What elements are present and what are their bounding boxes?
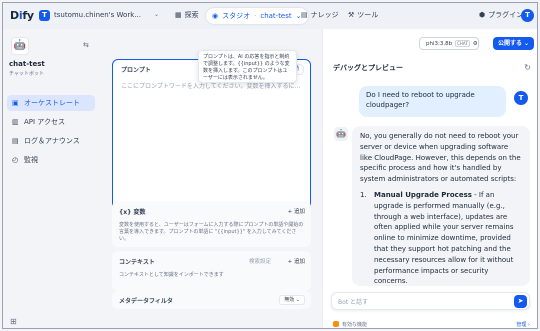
feature-icon xyxy=(333,321,339,327)
prompt-editor-card[interactable]: プロンプト ✦ 自動 ここにプロンプトワードを入力してください。変数を挿入するに… xyxy=(112,59,311,219)
bot-message: No, you generally do not need to reboot … xyxy=(352,126,530,286)
list-title: Manual Upgrade Process xyxy=(374,190,472,199)
settings-icon: ⚙ xyxy=(472,40,478,47)
chat-input[interactable]: Bot と話す ➤ xyxy=(331,292,530,310)
file-list-icon: ▤ xyxy=(12,136,19,145)
sidebar-item-monitoring[interactable]: ◴ 監視 xyxy=(7,152,95,168)
nav-explore-label: 探索 xyxy=(184,11,199,19)
nav-current-app[interactable]: chat-test xyxy=(260,12,291,20)
variables-section: {x} 変数 + 追加 変数を使用すると、ユーザーはフォームに入力する際にプロン… xyxy=(112,201,311,247)
bot-avatar-icon: 🤖 xyxy=(334,127,348,141)
app-window: Dify T tsutomu.chinen's Work... ⌄ ▦ 探索 ◉… xyxy=(2,2,538,329)
user-avatar[interactable]: T xyxy=(521,9,534,22)
add-context-button[interactable]: + 追加 xyxy=(288,257,305,265)
variables-title: {x} 変数 xyxy=(119,207,146,216)
refresh-icon[interactable]: ↻ xyxy=(524,63,531,72)
sidebar-item-label: ログ＆アナウンス xyxy=(24,137,80,145)
model-badge: CHAT xyxy=(455,40,470,47)
model-selector[interactable]: phi3:3.8b CHAT ⚙ xyxy=(419,37,479,50)
publish-button[interactable]: 公開する ⌄ xyxy=(493,37,534,50)
nav-tools-label: ツール xyxy=(357,11,379,19)
orchestrate-editor: プロンプトは、AI の応答を指示と制約で調整します。{{input}} のような… xyxy=(101,29,322,328)
nav-knowledge[interactable]: ▤ ナレッジ xyxy=(301,10,339,20)
retrieval-settings-button[interactable]: 検索設定 xyxy=(249,257,271,265)
studio-icon: ◉ xyxy=(212,12,219,20)
list-body: - If an upgrade is performed manually (e… xyxy=(374,190,514,286)
nav-tools[interactable]: ⚒ ツール xyxy=(348,10,378,20)
sidebar: 🤖 ⇆ chat-test チャットボット ▣ オーケストレート ▥ API ア… xyxy=(3,29,101,328)
prompt-title: プロンプト xyxy=(121,67,151,74)
sidebar-item-api-access[interactable]: ▥ API アクセス xyxy=(7,114,95,130)
grid-icon: ▦ xyxy=(175,11,182,19)
sidebar-item-orchestrate[interactable]: ▣ オーケストレート xyxy=(7,95,95,111)
nav-studio[interactable]: ◉ スタジオ · chat-test ⌄ xyxy=(206,8,308,24)
debug-preview-panel: phi3:3.8b CHAT ⚙ 公開する ⌄ デバッグとプレビュー ↻ Do … xyxy=(322,29,537,328)
user-avatar: T xyxy=(514,91,528,105)
plugin-icon: ⬢ xyxy=(479,11,486,19)
feature-label: 有効な機能 xyxy=(342,322,368,328)
sidebar-item-label: 監視 xyxy=(24,156,38,164)
metadata-filter-select[interactable]: 無効 ⌄ xyxy=(279,295,305,305)
nav-studio-label: スタジオ xyxy=(222,12,251,20)
dify-logo[interactable]: Dify xyxy=(10,9,34,22)
send-icon: ➤ xyxy=(517,297,524,305)
nav-plugins[interactable]: ⬢ プラグイン xyxy=(479,10,523,20)
model-name: phi3:3.8b xyxy=(426,40,453,47)
context-description: コンテキストとして知識をインポートできます xyxy=(119,272,224,278)
add-variable-button[interactable]: + 追加 xyxy=(288,207,305,215)
terminal-icon: ▣ xyxy=(12,98,19,107)
variables-title-label: 変数 xyxy=(133,209,146,216)
sidebar-item-logs[interactable]: ▤ ログ＆アナウンス xyxy=(7,133,95,149)
feature-bar: 有効な機能 管理 › xyxy=(333,320,530,328)
sidebar-item-label: API アクセス xyxy=(24,118,65,126)
context-title: コンテキスト xyxy=(119,259,155,266)
dashboard-icon: ◴ xyxy=(12,155,19,164)
book-icon: ▤ xyxy=(301,11,308,19)
robot-icon: 🤖 xyxy=(11,37,29,55)
nav-explore[interactable]: ▦ 探索 xyxy=(175,10,199,20)
nav-knowledge-label: ナレッジ xyxy=(310,11,339,19)
layout-icon[interactable]: ⊞ xyxy=(10,317,17,326)
list-content: Manual Upgrade Process - If an upgrade i… xyxy=(374,190,522,286)
wrench-icon: ⚒ xyxy=(348,11,355,19)
bot-paragraph: No, you generally do not need to reboot … xyxy=(360,132,521,184)
collapse-icon[interactable]: ⇆ xyxy=(83,41,89,49)
divider: · xyxy=(254,12,257,20)
manage-features-button[interactable]: 管理 › xyxy=(516,321,530,328)
chat-input-placeholder: Bot と話す xyxy=(338,299,369,306)
variable-icon: {x} xyxy=(119,209,132,216)
bot-list-item: 1. Manual Upgrade Process - If an upgrad… xyxy=(360,190,522,286)
prompt-tooltip: プロンプトは、AI の応答を指示と制約で調整します。{{input}} のような… xyxy=(198,50,297,83)
list-number: 1. xyxy=(360,190,367,199)
metadata-filter-section: メタデータフィルタ 無効 ⌄ xyxy=(112,291,311,309)
workspace-name[interactable]: tsutomu.chinen's Work... xyxy=(54,11,141,19)
send-button[interactable]: ➤ xyxy=(514,295,527,308)
user-message: Do I need to reboot to upgrade cloudpage… xyxy=(359,86,506,117)
app-name: chat-test xyxy=(9,60,45,68)
variables-description: 変数を使用すると、ユーザーはフォームに入力する際にプロンプトの単語や開始の言葉を… xyxy=(119,222,304,242)
context-section: コンテキスト 検索設定 + 追加 コンテキストとして知識をインポートできます xyxy=(112,251,311,291)
top-nav-bar: Dify T tsutomu.chinen's Work... ⌄ ▦ 探索 ◉… xyxy=(3,3,537,29)
workspace-avatar[interactable]: T xyxy=(39,10,50,21)
debug-title: デバッグとプレビュー xyxy=(333,64,403,72)
app-type: チャットボット xyxy=(9,71,44,77)
sidebar-item-label: オーケストレート xyxy=(24,99,80,107)
chevron-down-icon[interactable]: ⌄ xyxy=(154,11,159,18)
nav-plugins-label: プラグイン xyxy=(488,11,524,19)
api-icon: ▥ xyxy=(12,117,19,126)
metadata-filter-title: メタデータフィルタ xyxy=(119,298,173,305)
